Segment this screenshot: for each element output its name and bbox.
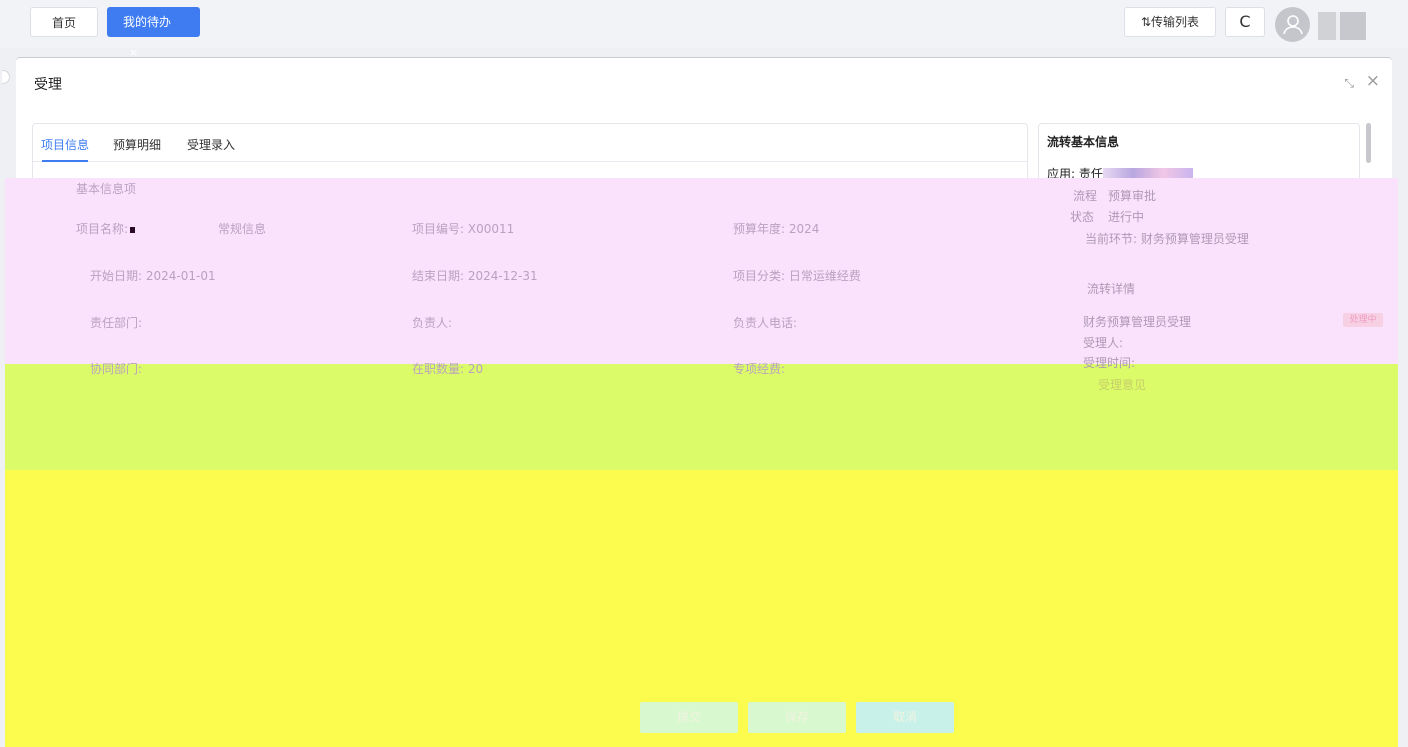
maximize-icon[interactable]: ⤡	[1344, 76, 1354, 91]
tab-project-info[interactable]: 项目信息	[41, 136, 89, 153]
close-dialog-icon[interactable]: ×	[1366, 71, 1380, 91]
tab-budget-detail[interactable]: 预算明细	[113, 136, 161, 153]
cooperate-dept: 协同部门:	[90, 362, 143, 376]
handler: 受理人:	[1083, 336, 1124, 350]
process-label: 流程	[1073, 189, 1098, 203]
project-name-value: 常规信息	[218, 222, 267, 236]
project-name-label: 项目名称:	[76, 220, 136, 237]
basic-info-section-title: 基本信息项	[76, 182, 137, 196]
scrollbar[interactable]	[1366, 123, 1371, 163]
process-value: 预算审批	[1108, 189, 1157, 203]
transfer-list-button[interactable]: ⇅传输列表	[1124, 7, 1216, 37]
active-tab-indicator	[42, 160, 88, 162]
submit-button[interactable]: 提交	[640, 702, 738, 733]
start-date: 开始日期: 2024-01-01	[90, 269, 216, 283]
cancel-button[interactable]: 取消	[856, 702, 954, 733]
budget-year: 预算年度: 2024	[733, 222, 820, 236]
owner: 负责人:	[412, 316, 453, 330]
details-overlay	[5, 364, 1398, 470]
avatar[interactable]	[1275, 7, 1310, 42]
panel-tab-bar: 项目信息 预算明细 受理录入	[33, 124, 1027, 162]
tab-home-label: 首页	[51, 16, 76, 30]
tab-home[interactable]: 首页	[30, 7, 98, 37]
owner-phone: 负责人电话:	[733, 316, 798, 330]
responsible-dept: 责任部门:	[90, 316, 143, 330]
status-badge: 处理中	[1343, 313, 1383, 327]
handle-time: 受理时间:	[1083, 356, 1136, 370]
status-label: 状态	[1070, 210, 1095, 224]
project-category: 项目分类: 日常运维经费	[733, 269, 861, 283]
refresh-button[interactable]: C	[1225, 7, 1265, 37]
tab-todo-label: 我的待办	[123, 15, 172, 29]
node-name: 财务预算管理员受理	[1083, 315, 1192, 329]
user-icon	[1283, 15, 1303, 35]
project-code: 项目编号: X00011	[412, 222, 515, 236]
flow-detail-title: 流转详情	[1087, 282, 1136, 296]
username-blurred	[1318, 12, 1366, 40]
dialog-title: 受理	[34, 77, 62, 93]
end-date: 结束日期: 2024-12-31	[412, 269, 538, 283]
tab-acceptance-entry[interactable]: 受理录入	[187, 136, 235, 153]
staff-count: 在职数量: 20	[412, 362, 484, 376]
status-value: 进行中	[1108, 210, 1145, 224]
sidebar-collapse-handle[interactable]	[2, 70, 10, 84]
current-node: 当前环节: 财务预算管理员受理	[1085, 232, 1249, 246]
handle-opinion: 受理意见	[1098, 378, 1147, 392]
flow-info-title: 流转基本信息	[1047, 135, 1120, 149]
save-button[interactable]: 保存	[748, 702, 846, 733]
budget-amount: 专项经费:	[733, 362, 786, 376]
tab-my-todo[interactable]: 我的待办×	[107, 7, 200, 59]
top-tab-bar: 首页 我的待办× ⇅传输列表 C	[0, 0, 1408, 59]
